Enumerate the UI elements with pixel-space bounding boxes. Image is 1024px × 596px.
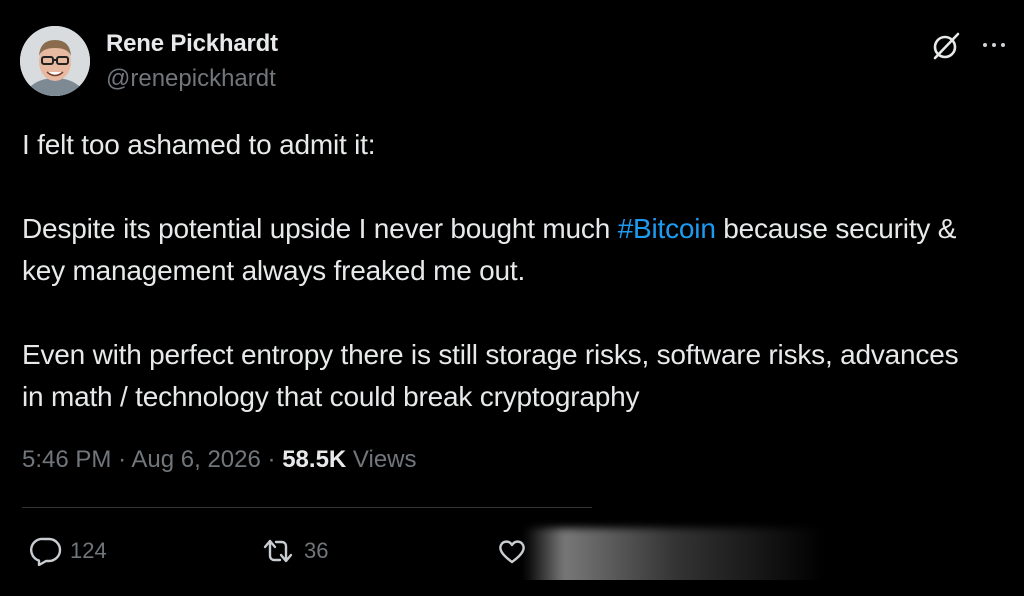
tweet: Rene Pickhardt @renepickhardt I felt too… (0, 0, 1024, 596)
divider (22, 507, 592, 508)
tweet-paragraph-2-start: Despite its potential upside I never bou… (22, 213, 618, 244)
tweet-meta: 5:46 PM · Aug 6, 2026 · 58.5K Views (22, 446, 417, 474)
hashtag-bitcoin-link[interactable]: #Bitcoin (618, 213, 716, 244)
reply-icon (30, 537, 62, 566)
avatar[interactable] (20, 26, 90, 96)
reply-button[interactable]: 124 (30, 536, 107, 566)
tweet-line-1: I felt too ashamed to admit it: (22, 129, 376, 160)
views-label: Views (352, 446, 417, 473)
retweet-icon (263, 539, 293, 563)
author-handle[interactable]: @renepickhardt (106, 65, 276, 93)
retweet-button[interactable]: 36 (260, 536, 328, 566)
more-icon[interactable] (983, 38, 1009, 52)
author-display-name[interactable]: Rene Pickhardt (106, 30, 278, 58)
tweet-paragraph-2: Despite its potential upside I never bou… (22, 208, 982, 292)
tweet-text: I felt too ashamed to admit it: Despite … (22, 124, 982, 418)
tweet-time[interactable]: 5:46 PM (22, 446, 111, 473)
meta-separator: · (118, 446, 127, 473)
views-count[interactable]: 58.5K (282, 446, 346, 473)
avatar-image (20, 26, 90, 96)
bottom-edge (0, 580, 1024, 596)
heart-icon (499, 540, 525, 564)
reply-count: 124 (70, 538, 107, 563)
like-button[interactable] (497, 536, 527, 566)
tweet-date[interactable]: Aug 6, 2026 (131, 446, 260, 473)
retweet-count: 36 (304, 538, 329, 563)
meta-separator: · (267, 446, 276, 473)
tweet-paragraph-3: Even with perfect entropy there is still… (22, 339, 959, 412)
grok-icon[interactable] (930, 30, 962, 62)
